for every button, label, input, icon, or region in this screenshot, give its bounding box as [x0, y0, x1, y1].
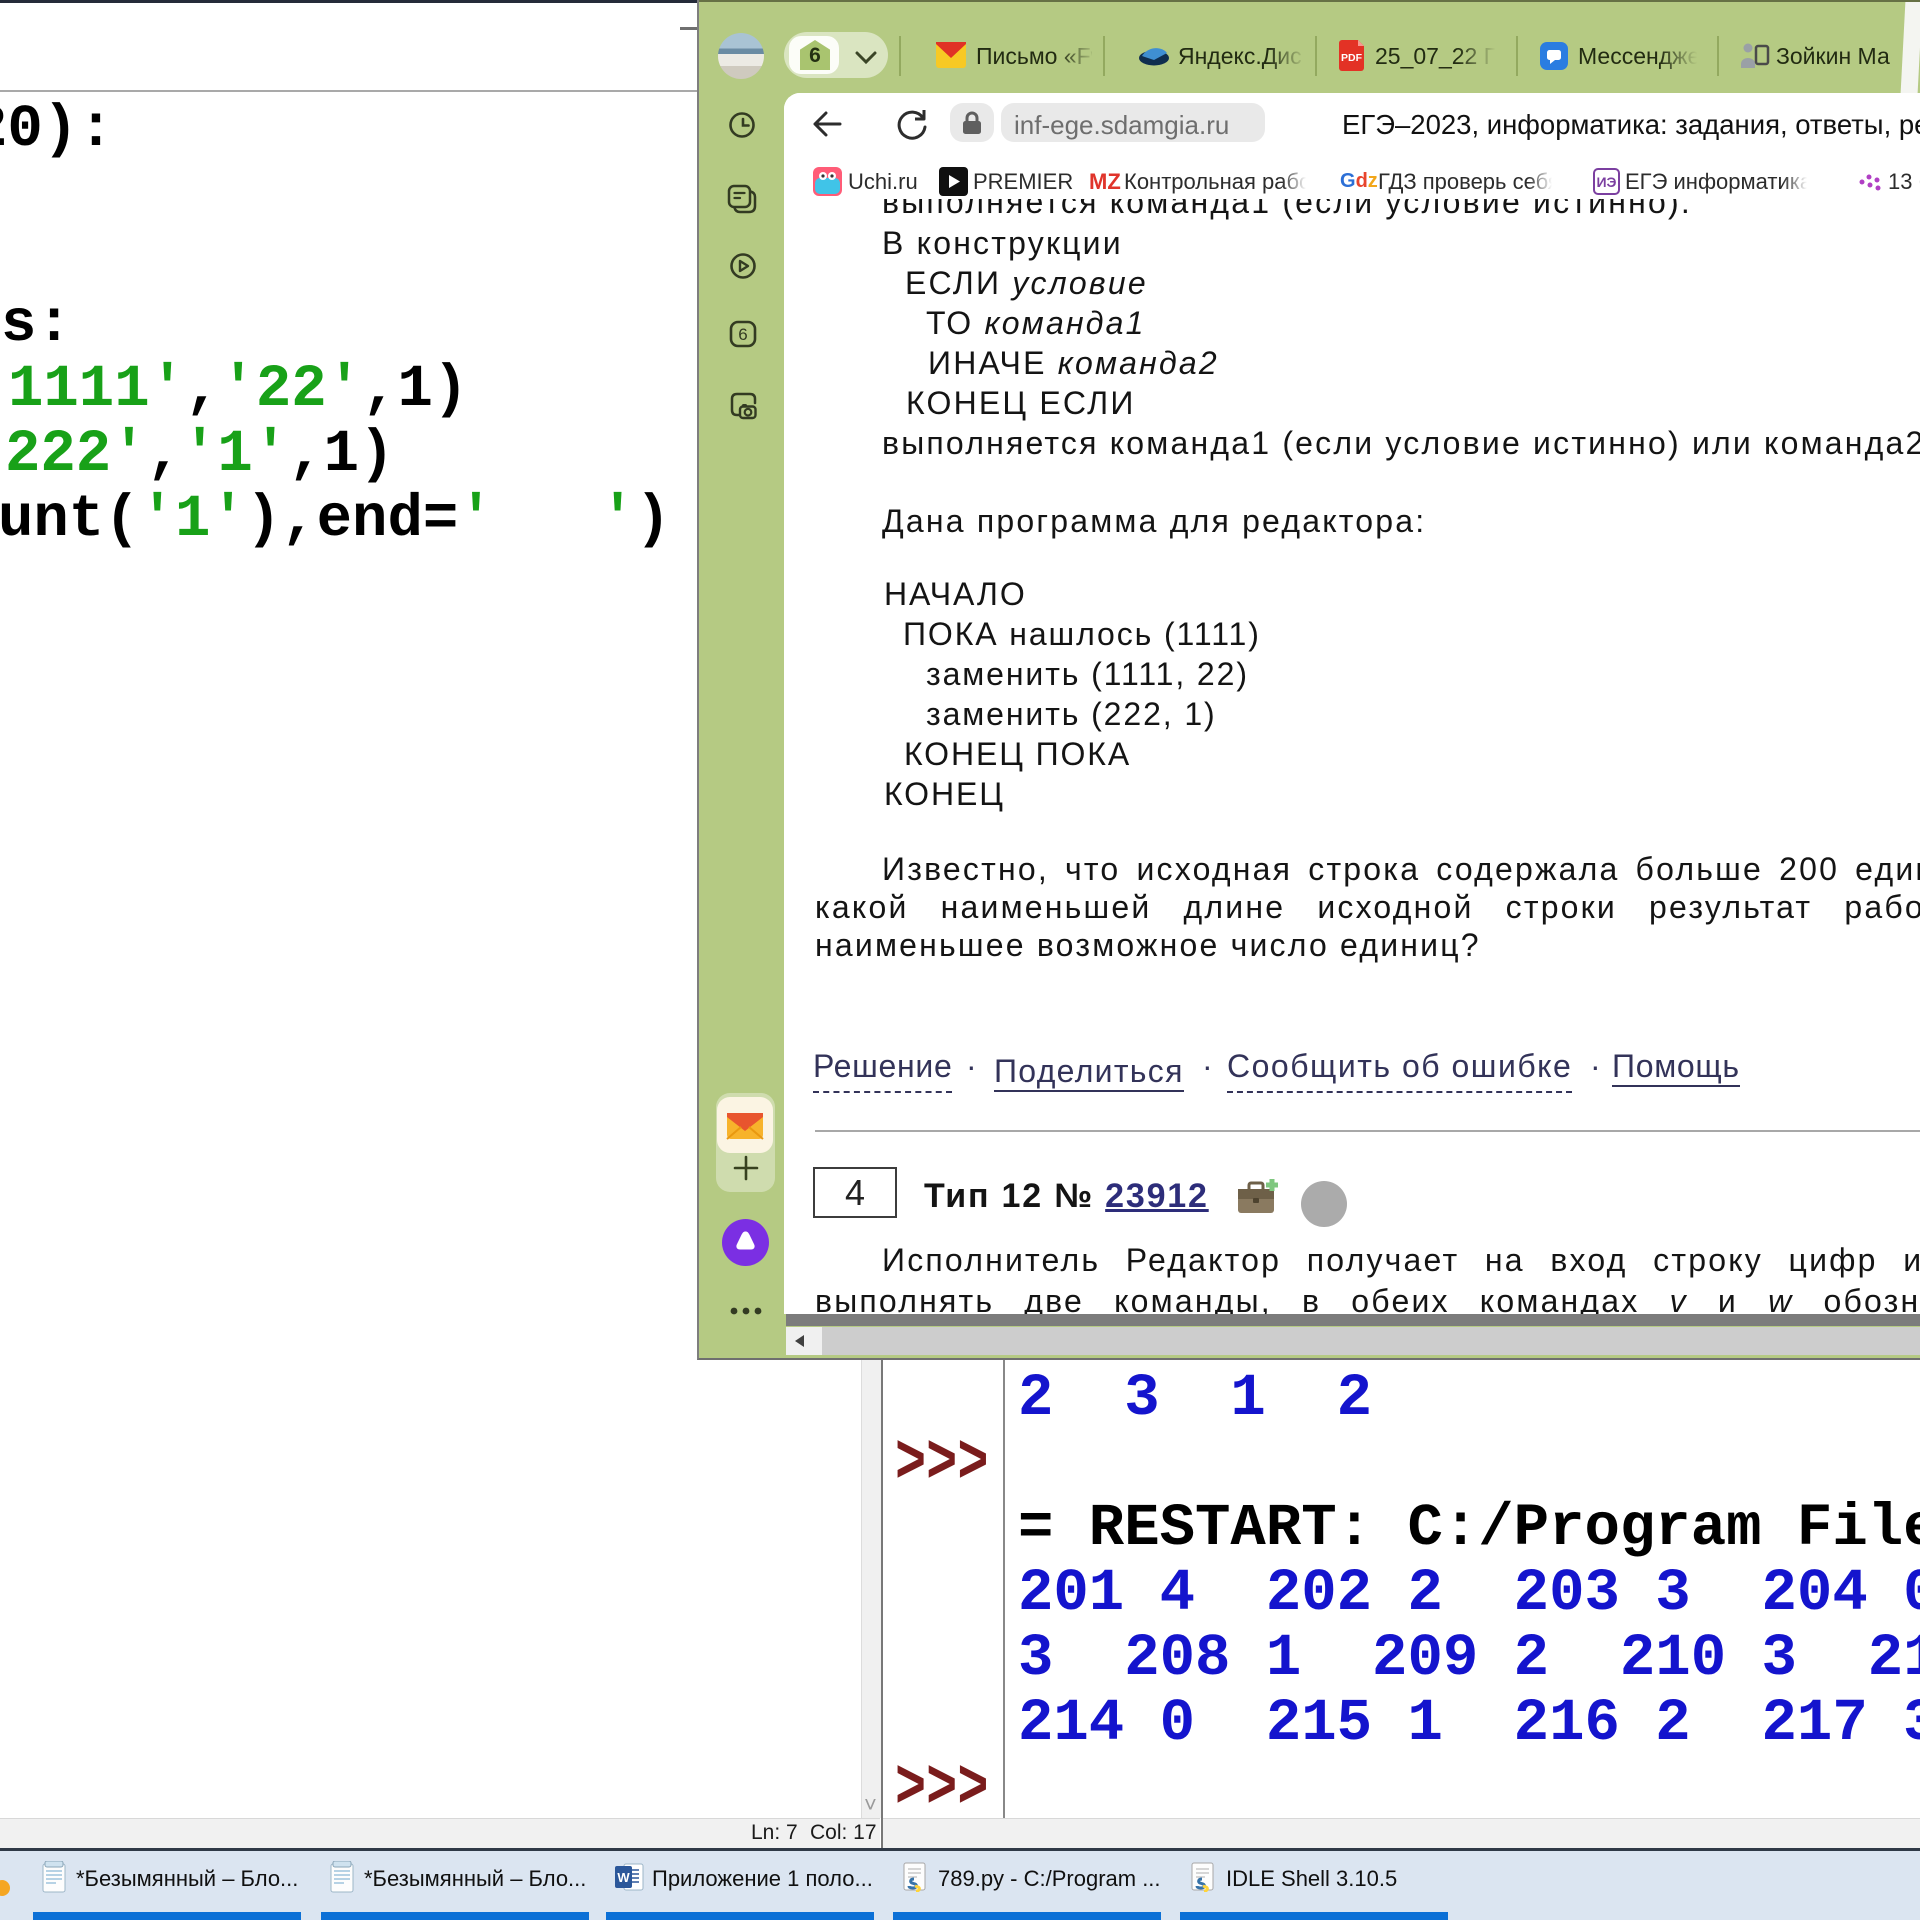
svg-text:PDF: PDF [1341, 52, 1363, 64]
svg-text:6: 6 [738, 325, 747, 344]
svg-text:W: W [617, 1870, 630, 1885]
svg-text:ИЭ: ИЭ [1596, 174, 1616, 190]
